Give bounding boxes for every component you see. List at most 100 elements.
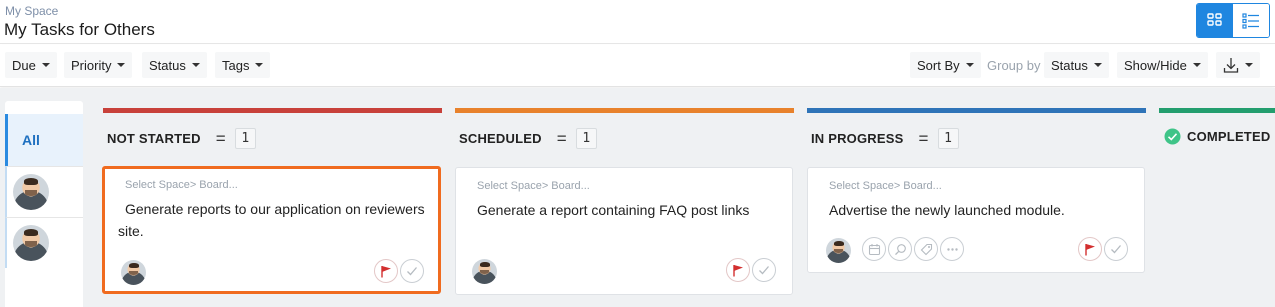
due-filter[interactable]: Due	[5, 52, 57, 78]
board-view-button[interactable]	[1197, 4, 1233, 37]
page-title: My Tasks for Others	[4, 20, 155, 39]
card-title[interactable]: Generate reports to our application on r…	[118, 198, 428, 242]
page-header: My Space My Tasks for Others	[0, 0, 1275, 44]
flag-icon	[1085, 243, 1095, 255]
check-icon	[1111, 245, 1121, 254]
column-not-started: NOT STARTED = 1 Select Space> Board... G…	[102, 108, 442, 294]
chevron-down-icon	[255, 63, 264, 67]
chevron-down-icon	[965, 63, 974, 67]
avatar[interactable]	[121, 260, 146, 285]
card-title[interactable]: Generate a report containing FAQ post li…	[477, 199, 777, 221]
search-icon	[894, 243, 906, 255]
priority-flag-button[interactable]	[374, 259, 398, 283]
equals-icon: =	[556, 128, 567, 148]
tag-button[interactable]	[914, 237, 938, 261]
group-by-select[interactable]: Status	[1044, 52, 1109, 78]
calendar-icon	[868, 243, 880, 255]
more-options-button[interactable]	[940, 237, 964, 261]
chevron-down-icon	[191, 63, 200, 67]
download-icon	[1223, 58, 1239, 73]
chevron-down-icon	[117, 63, 126, 67]
search-button[interactable]	[888, 237, 912, 261]
column-count: 1	[937, 128, 959, 149]
column-count: 1	[234, 128, 256, 149]
complete-button[interactable]	[400, 259, 424, 283]
chevron-down-icon	[1192, 63, 1201, 67]
column-title: NOT STARTED	[107, 131, 201, 146]
tags-filter-label: Tags	[222, 57, 250, 73]
task-card[interactable]: Select Space> Board... Advertise the new…	[807, 167, 1145, 273]
column-title: COMPLETED	[1187, 129, 1271, 144]
column-scheduled: SCHEDULED = 1 Select Space> Board... Gen…	[455, 108, 794, 295]
card-title[interactable]: Advertise the newly launched module.	[829, 199, 1129, 221]
card-actions	[1078, 237, 1128, 261]
sort-by-button[interactable]: Sort By	[910, 52, 981, 78]
priority-filter[interactable]: Priority	[64, 52, 133, 78]
check-icon	[759, 266, 769, 275]
column-header: NOT STARTED = 1	[107, 128, 256, 149]
sidebar-item-user[interactable]	[5, 166, 83, 217]
group-by-value: Status	[1051, 57, 1088, 73]
list-view-icon	[1242, 12, 1259, 29]
column-header: COMPLETED	[1164, 128, 1270, 145]
avatar[interactable]	[826, 238, 851, 263]
column-count: 1	[575, 128, 597, 149]
tag-icon	[920, 243, 932, 255]
flag-icon	[381, 265, 391, 277]
column-completed: COMPLETED	[1159, 108, 1275, 168]
complete-button[interactable]	[752, 258, 776, 282]
priority-flag-button[interactable]	[1078, 237, 1102, 261]
list-view-button[interactable]	[1233, 4, 1269, 37]
assignee-sidebar: All	[5, 101, 83, 307]
task-card[interactable]: Select Space> Board... Generate a report…	[455, 167, 793, 295]
column-title: IN PROGRESS	[811, 131, 904, 146]
toolbar: Due Priority Status Tags Sort By Group b…	[0, 45, 1275, 87]
chevron-down-icon	[1245, 63, 1253, 67]
column-color-bar	[807, 108, 1146, 113]
flag-icon	[733, 264, 743, 276]
show-hide-button[interactable]: Show/Hide	[1117, 52, 1208, 78]
chevron-down-icon	[1093, 63, 1102, 67]
column-header: IN PROGRESS = 1	[811, 128, 959, 149]
show-hide-label: Show/Hide	[1124, 57, 1187, 73]
complete-button[interactable]	[1104, 237, 1128, 261]
column-header: SCHEDULED = 1	[459, 128, 597, 149]
card-breadcrumb[interactable]: Select Space> Board...	[477, 180, 590, 192]
column-title: SCHEDULED	[459, 131, 542, 146]
sidebar-item-all[interactable]: All	[5, 114, 83, 166]
card-actions	[726, 258, 776, 282]
check-icon	[407, 267, 417, 276]
due-filter-label: Due	[12, 57, 36, 73]
equals-icon: =	[215, 128, 226, 148]
tags-filter[interactable]: Tags	[215, 52, 271, 78]
avatar[interactable]	[472, 259, 497, 284]
column-color-bar	[103, 108, 442, 113]
priority-flag-button[interactable]	[726, 258, 750, 282]
task-card[interactable]: Select Space> Board... Generate reports …	[102, 166, 441, 294]
column-color-bar	[1159, 108, 1275, 113]
card-breadcrumb[interactable]: Select Space> Board...	[829, 180, 942, 192]
card-actions	[374, 259, 424, 283]
column-color-bar	[455, 108, 794, 113]
priority-filter-label: Priority	[71, 57, 112, 73]
sidebar-item-user[interactable]	[5, 217, 83, 268]
avatar	[13, 174, 49, 210]
download-button[interactable]	[1216, 52, 1260, 78]
board-view-icon	[1207, 12, 1222, 26]
card-quick-actions	[862, 237, 964, 261]
view-toggle	[1196, 3, 1270, 38]
breadcrumb[interactable]: My Space	[5, 4, 58, 18]
equals-icon: =	[918, 128, 929, 148]
avatar	[13, 225, 49, 261]
group-by-label: Group by	[987, 57, 1041, 73]
kanban-board: All NOT STARTED = 1 Select Space> Board.…	[0, 88, 1275, 307]
status-filter-label: Status	[149, 57, 186, 73]
more-icon	[946, 247, 958, 251]
chevron-down-icon	[41, 63, 50, 67]
card-breadcrumb[interactable]: Select Space> Board...	[125, 179, 238, 191]
check-circle-icon	[1164, 128, 1181, 145]
sort-by-label: Sort By	[917, 57, 960, 73]
column-in-progress: IN PROGRESS = 1 Select Space> Board... A…	[807, 108, 1146, 273]
status-filter[interactable]: Status	[142, 52, 207, 78]
due-date-button[interactable]	[862, 237, 886, 261]
